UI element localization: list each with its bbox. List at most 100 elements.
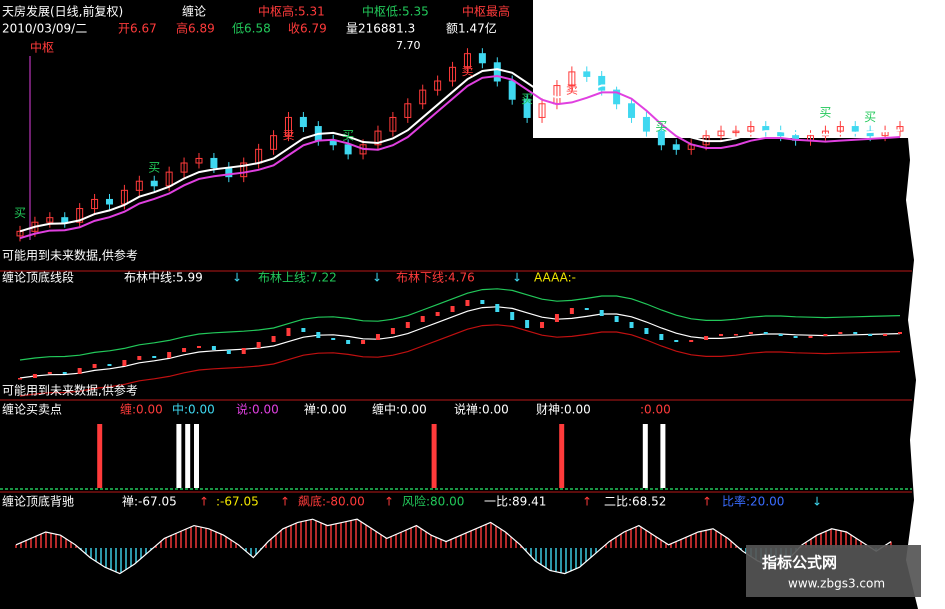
boll-up-arrow: ↓ [372, 271, 382, 285]
p4-v3: 飙底:-80.00 [298, 494, 365, 509]
boll-candle [704, 336, 709, 340]
boll-candle [480, 300, 485, 304]
boll-candle [375, 334, 380, 340]
boll-candle [390, 328, 395, 334]
boll-candle [107, 364, 112, 366]
p4-chan: 禅:-67.05 [122, 495, 177, 509]
spike-bar [185, 424, 191, 488]
boll-down: 布林下线:4.76 [396, 271, 475, 285]
boll-mid-arrow: ↓ [232, 271, 242, 285]
p4-v2: :-67.05 [216, 495, 259, 509]
p4-v3-arrow: ↑ [384, 495, 394, 509]
p4-yibi-arrow: ↑ [582, 495, 592, 509]
candle-body [299, 116, 307, 128]
p4-erbi: 二比:68.52 [604, 495, 666, 509]
boll-candle [898, 332, 902, 334]
candle-body [150, 180, 158, 187]
watermark: 指标公式网 www.zbgs3.com [746, 545, 921, 597]
boll-candle [450, 306, 455, 312]
boll-mid: 布林中线:5.99 [124, 270, 203, 285]
boll-candle [361, 340, 366, 344]
candle-body [642, 116, 650, 132]
aaaa-value: AAAA:- [534, 271, 576, 285]
candle-body [583, 71, 591, 77]
boll-candle [569, 308, 574, 314]
watermark-title: 指标公式网 [762, 554, 837, 572]
boll-candle [540, 322, 545, 328]
boll-candle [823, 334, 828, 336]
boll-candle [167, 352, 172, 358]
boll-candle [92, 364, 97, 368]
future-data-note-2: 可能用到未来数据,供参考 [2, 383, 138, 398]
boll-candle [331, 338, 336, 340]
signal-buy: 买 [655, 119, 667, 133]
boll-candle [748, 332, 753, 334]
p4-chan-arrow: ↑ [199, 495, 209, 509]
watermark-url: www.zbgs3.com [788, 577, 885, 591]
boll-candle [196, 346, 201, 348]
boll-candle [838, 332, 843, 334]
p3-item-shuochan: 说禅:0.00 [454, 402, 509, 417]
boll-candle [778, 334, 783, 336]
signal-sell: 卖 [461, 64, 473, 78]
candle-body [344, 144, 352, 155]
boll-candle [346, 340, 351, 344]
bar-high: 高6.89 [176, 21, 215, 36]
signal-buy: 买 [521, 92, 533, 106]
boll-candle [793, 336, 798, 338]
future-data-note-1: 可能用到未来数据,供参考 [2, 248, 138, 263]
chart-canvas: 天房发展(日线,前复权) 缠论 中枢高:5.31 中枢低:5.35 中枢最高 2… [0, 0, 921, 609]
boll-candle [599, 310, 604, 316]
p4-v7: 比率:20.00 [722, 494, 784, 509]
spike-bar [660, 424, 666, 488]
boll-candle [689, 340, 694, 342]
boll-candle [316, 332, 321, 338]
zs-high: 中枢高:5.31 [258, 4, 325, 19]
zs-low: 中枢低:5.35 [362, 4, 429, 19]
spike-bar [176, 424, 182, 488]
boll-candle [525, 320, 530, 328]
boll-candle [211, 346, 216, 350]
bar-close: 收6.79 [288, 22, 327, 36]
boll-candle [554, 314, 559, 322]
boll-candle [18, 378, 22, 380]
boll-candle [644, 328, 649, 334]
boll-candle [241, 348, 246, 354]
candle-body [493, 62, 501, 82]
spike-bar [194, 424, 199, 488]
p3-item-shuo: 说:0.00 [236, 402, 279, 417]
p3-item-zhong: 中:0.00 [172, 402, 215, 417]
p4-risk: 风险:80.00 [402, 494, 464, 509]
signal-buy: 买 [148, 160, 160, 174]
boll-candle [674, 340, 679, 342]
boll-candle [435, 312, 440, 316]
candle-body [210, 157, 218, 169]
p3-item-chanzhong: 缠中:0.00 [372, 402, 427, 417]
bar-amount: 额1.47亿 [446, 21, 497, 36]
boll-candle [77, 368, 82, 374]
zhongshu-label: 中枢 [30, 40, 54, 55]
panel2-name: 缠论顶底线段 [2, 270, 74, 285]
bar-open: 开6.67 [118, 22, 157, 36]
bar-low: 低6.58 [232, 22, 271, 36]
boll-candle [271, 336, 276, 342]
boll-candle [465, 300, 470, 306]
p4-yibi: 一比:89.41 [484, 495, 546, 509]
p3-item-last: :0.00 [640, 403, 671, 417]
boll-candle [733, 334, 738, 336]
boll-candle [629, 322, 634, 328]
bar-volume: 量216881.3 [346, 22, 415, 36]
boll-candle [495, 304, 500, 312]
boll-candle [808, 336, 813, 338]
boll-candle [122, 360, 127, 366]
signal-sell: 卖 [566, 82, 578, 96]
boll-up: 布林上线:7.22 [258, 271, 337, 285]
boll-candle [256, 342, 261, 348]
boll-candle [420, 316, 425, 322]
spike-bar [431, 424, 437, 488]
indicator-name: 缠论 [182, 4, 206, 19]
boll-candle [868, 334, 873, 336]
signal-buy: 买 [14, 206, 26, 220]
signal-buy: 买 [819, 106, 831, 120]
signal-buy: 买 [342, 128, 354, 142]
